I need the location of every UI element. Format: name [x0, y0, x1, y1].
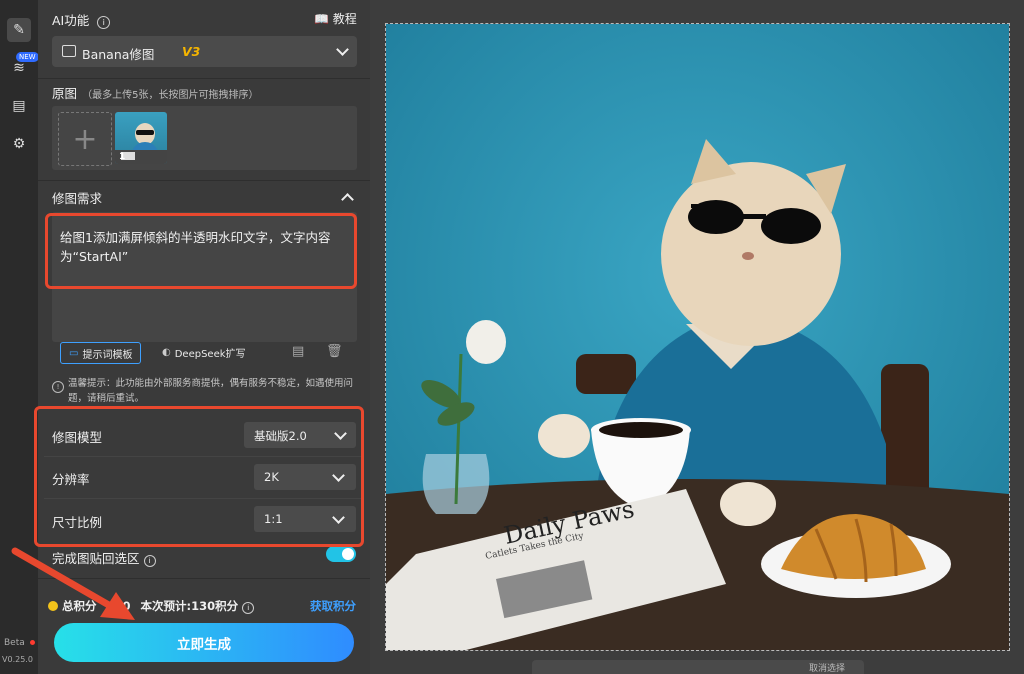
- deepseek-label: DeepSeek扩写: [174, 348, 246, 360]
- info-icon: i: [143, 555, 156, 567]
- edit-section-title: 修图需求: [52, 191, 103, 206]
- upload-area: + 1: [52, 106, 357, 170]
- total-credits-value: 540: [106, 599, 131, 613]
- tutorial-label: 教程: [332, 12, 357, 26]
- canvas-image: Daily Paws Catlets Takes the City: [386, 24, 1009, 650]
- tool-rail: ✎ ≋ NEW ▤ ⚙ Beta V0.25.0: [0, 0, 39, 674]
- original-hint: （最多上传5张，长按图片可拖拽排序）: [82, 90, 259, 101]
- paste-back-toggle[interactable]: [326, 546, 356, 562]
- service-tip: 温馨提示：此功能由外部服务商提供，偶有服务不稳定，如遇使用问题，请稍后重试。: [68, 378, 354, 404]
- book-icon: 📖: [314, 12, 329, 26]
- paste-back-row: 完成图贴回选区 i: [52, 548, 156, 567]
- beta-label: Beta: [4, 638, 25, 648]
- prompt-template-button[interactable]: ▭ 提示词模板: [60, 342, 142, 364]
- toggle-knob: [342, 548, 354, 560]
- trash-icon[interactable]: 🗑: [326, 344, 343, 359]
- ai-panel: AI功能 i 📖 教程 Banana修图 V3 原图 （最多上传5张，长按图片可…: [34, 0, 370, 674]
- coin-icon: [48, 601, 58, 611]
- history-icon[interactable]: ▤: [292, 344, 304, 359]
- gear-icon[interactable]: ⚙: [7, 132, 31, 156]
- credits-summary: 总积分 540 本次预计:130积分 i: [62, 598, 255, 614]
- deepseek-expand-button[interactable]: ◐ DeepSeek扩写: [156, 342, 252, 362]
- new-badge: NEW: [16, 52, 39, 62]
- estimate-credits: 本次预计:130积分: [140, 599, 239, 613]
- cat-photo-illustration: Daily Paws Catlets Takes the City: [386, 24, 1009, 650]
- brush-tool-icon[interactable]: ✎: [7, 18, 31, 42]
- divider: [38, 180, 370, 181]
- image-thumbnail[interactable]: 1: [115, 112, 167, 164]
- divider: [38, 78, 370, 79]
- add-image-button[interactable]: +: [58, 112, 112, 166]
- canvas-toolbar: 取消选择: [532, 660, 864, 674]
- feature-select-label: Banana修图: [82, 47, 155, 62]
- tutorial-link[interactable]: 📖 教程: [314, 10, 357, 27]
- prompt-template-label: 提示词模板: [82, 349, 133, 361]
- panel-title: AI功能 i: [52, 10, 111, 29]
- info-icon[interactable]: i: [97, 16, 111, 29]
- thumbnail-index: 1: [119, 152, 126, 162]
- chevron-down-icon: [336, 43, 349, 56]
- feature-version-tag: V3: [182, 44, 201, 59]
- settings-highlight: [34, 406, 364, 547]
- info-icon: i: [242, 602, 255, 614]
- beta-dot: [30, 640, 35, 645]
- image-icon: [62, 45, 76, 57]
- deselect-button[interactable]: 取消选择: [809, 661, 845, 674]
- document-tool-icon[interactable]: ▤: [7, 94, 31, 118]
- prompt-highlight: [45, 213, 357, 289]
- chevron-up-icon[interactable]: [341, 193, 354, 206]
- panel-title-text: AI功能: [52, 13, 90, 28]
- canvas-area[interactable]: Daily Paws Catlets Takes the City 取消选择: [370, 0, 1024, 674]
- book-icon: ▭: [69, 347, 79, 359]
- divider: [38, 578, 370, 579]
- info-icon: !: [52, 381, 64, 393]
- deepseek-icon: ◐: [162, 346, 171, 358]
- feature-select[interactable]: Banana修图 V3: [52, 36, 357, 67]
- original-title: 原图: [52, 86, 78, 101]
- get-credits-link[interactable]: 获取积分: [310, 598, 356, 614]
- generate-button[interactable]: 立即生成: [54, 623, 354, 662]
- version-label: V0.25.0: [2, 655, 33, 664]
- paste-back-label: 完成图贴回选区: [52, 551, 140, 566]
- total-credits-label: 总积分: [62, 599, 97, 613]
- original-header: 原图 （最多上传5张，长按图片可拖拽排序）: [52, 83, 258, 102]
- selection-frame[interactable]: Daily Paws Catlets Takes the City: [385, 23, 1010, 651]
